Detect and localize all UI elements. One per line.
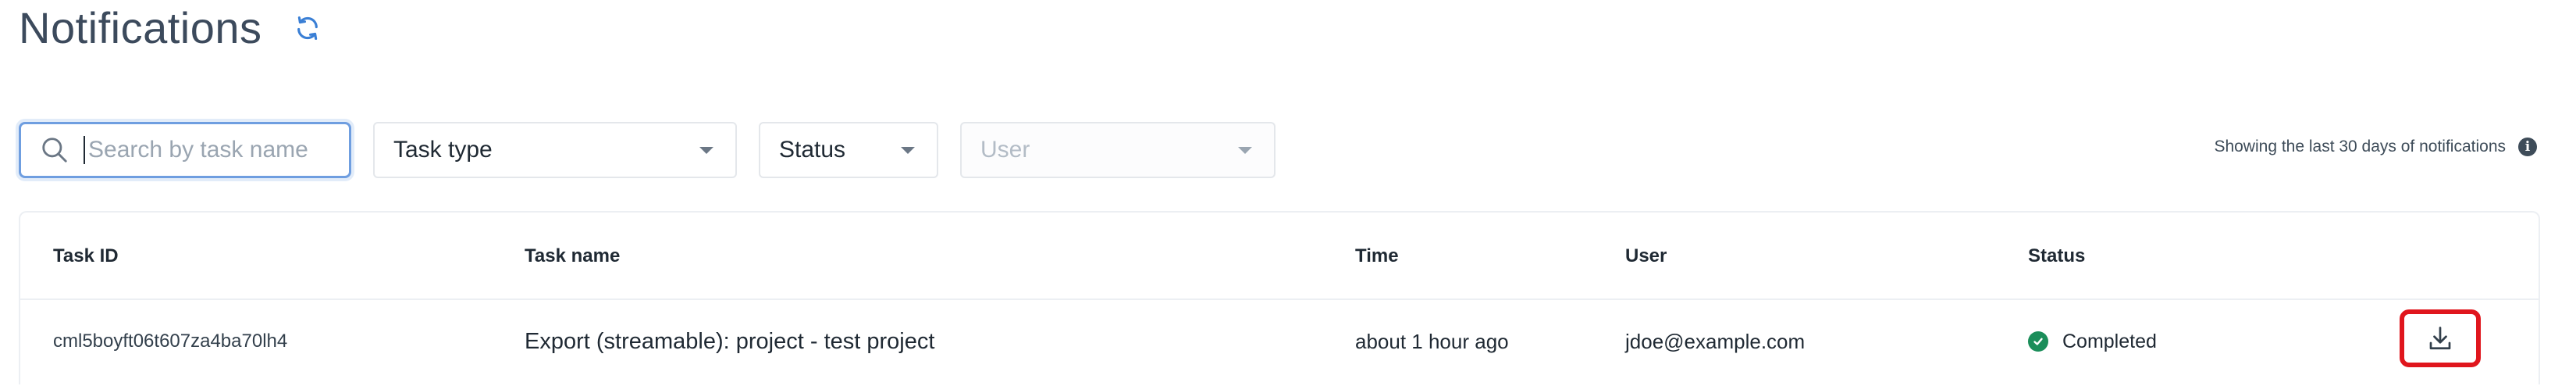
user-label: User xyxy=(980,137,1030,163)
status-dropdown[interactable]: Status xyxy=(759,122,938,178)
check-circle-icon xyxy=(2028,331,2048,352)
column-header-user: User xyxy=(1625,245,1667,266)
download-button[interactable] xyxy=(2400,309,2481,367)
chevron-down-icon xyxy=(1238,146,1252,154)
task-id-cell: cml5boyft06t607za4ba70lh4 xyxy=(53,331,288,352)
download-icon xyxy=(2429,327,2451,350)
chevron-down-icon xyxy=(901,146,915,154)
status-cell: Completed xyxy=(2028,327,2157,356)
notification-range-notice: Showing the last 30 days of notification… xyxy=(2214,134,2537,159)
refresh-button[interactable] xyxy=(292,13,323,44)
info-icon[interactable]: i xyxy=(2518,138,2537,156)
task-type-dropdown[interactable]: Task type xyxy=(373,122,737,178)
column-header-task-id: Task ID xyxy=(53,245,119,266)
table-row: cml5boyft06t607za4ba70lh4 Export (stream… xyxy=(20,300,2539,386)
column-header-task-name: Task name xyxy=(525,245,621,266)
search-icon xyxy=(42,138,67,163)
user-cell: jdoe@example.com xyxy=(1625,330,1806,353)
notifications-table: Task ID Task name Time User Status cml5b… xyxy=(19,211,2540,384)
time-cell: about 1 hour ago xyxy=(1355,330,1509,353)
refresh-icon xyxy=(297,16,318,41)
search-box[interactable] xyxy=(19,122,351,178)
task-name-cell: Export (streamable): project - test proj… xyxy=(525,329,935,354)
column-header-time: Time xyxy=(1355,245,1399,266)
notice-text: Showing the last 30 days of notification… xyxy=(2214,138,2506,155)
status-label: Status xyxy=(779,137,846,163)
page-title: Notifications xyxy=(19,3,262,52)
table-header: Task ID Task name Time User Status xyxy=(20,213,2539,300)
filter-bar: Task type Status User xyxy=(19,120,1276,180)
chevron-down-icon xyxy=(699,146,713,154)
user-dropdown[interactable]: User xyxy=(960,122,1276,178)
page-header: Notifications xyxy=(19,0,323,56)
status-text: Completed xyxy=(2062,331,2157,352)
task-type-label: Task type xyxy=(393,137,493,163)
column-header-status: Status xyxy=(2028,245,2086,266)
search-input[interactable] xyxy=(84,136,324,164)
